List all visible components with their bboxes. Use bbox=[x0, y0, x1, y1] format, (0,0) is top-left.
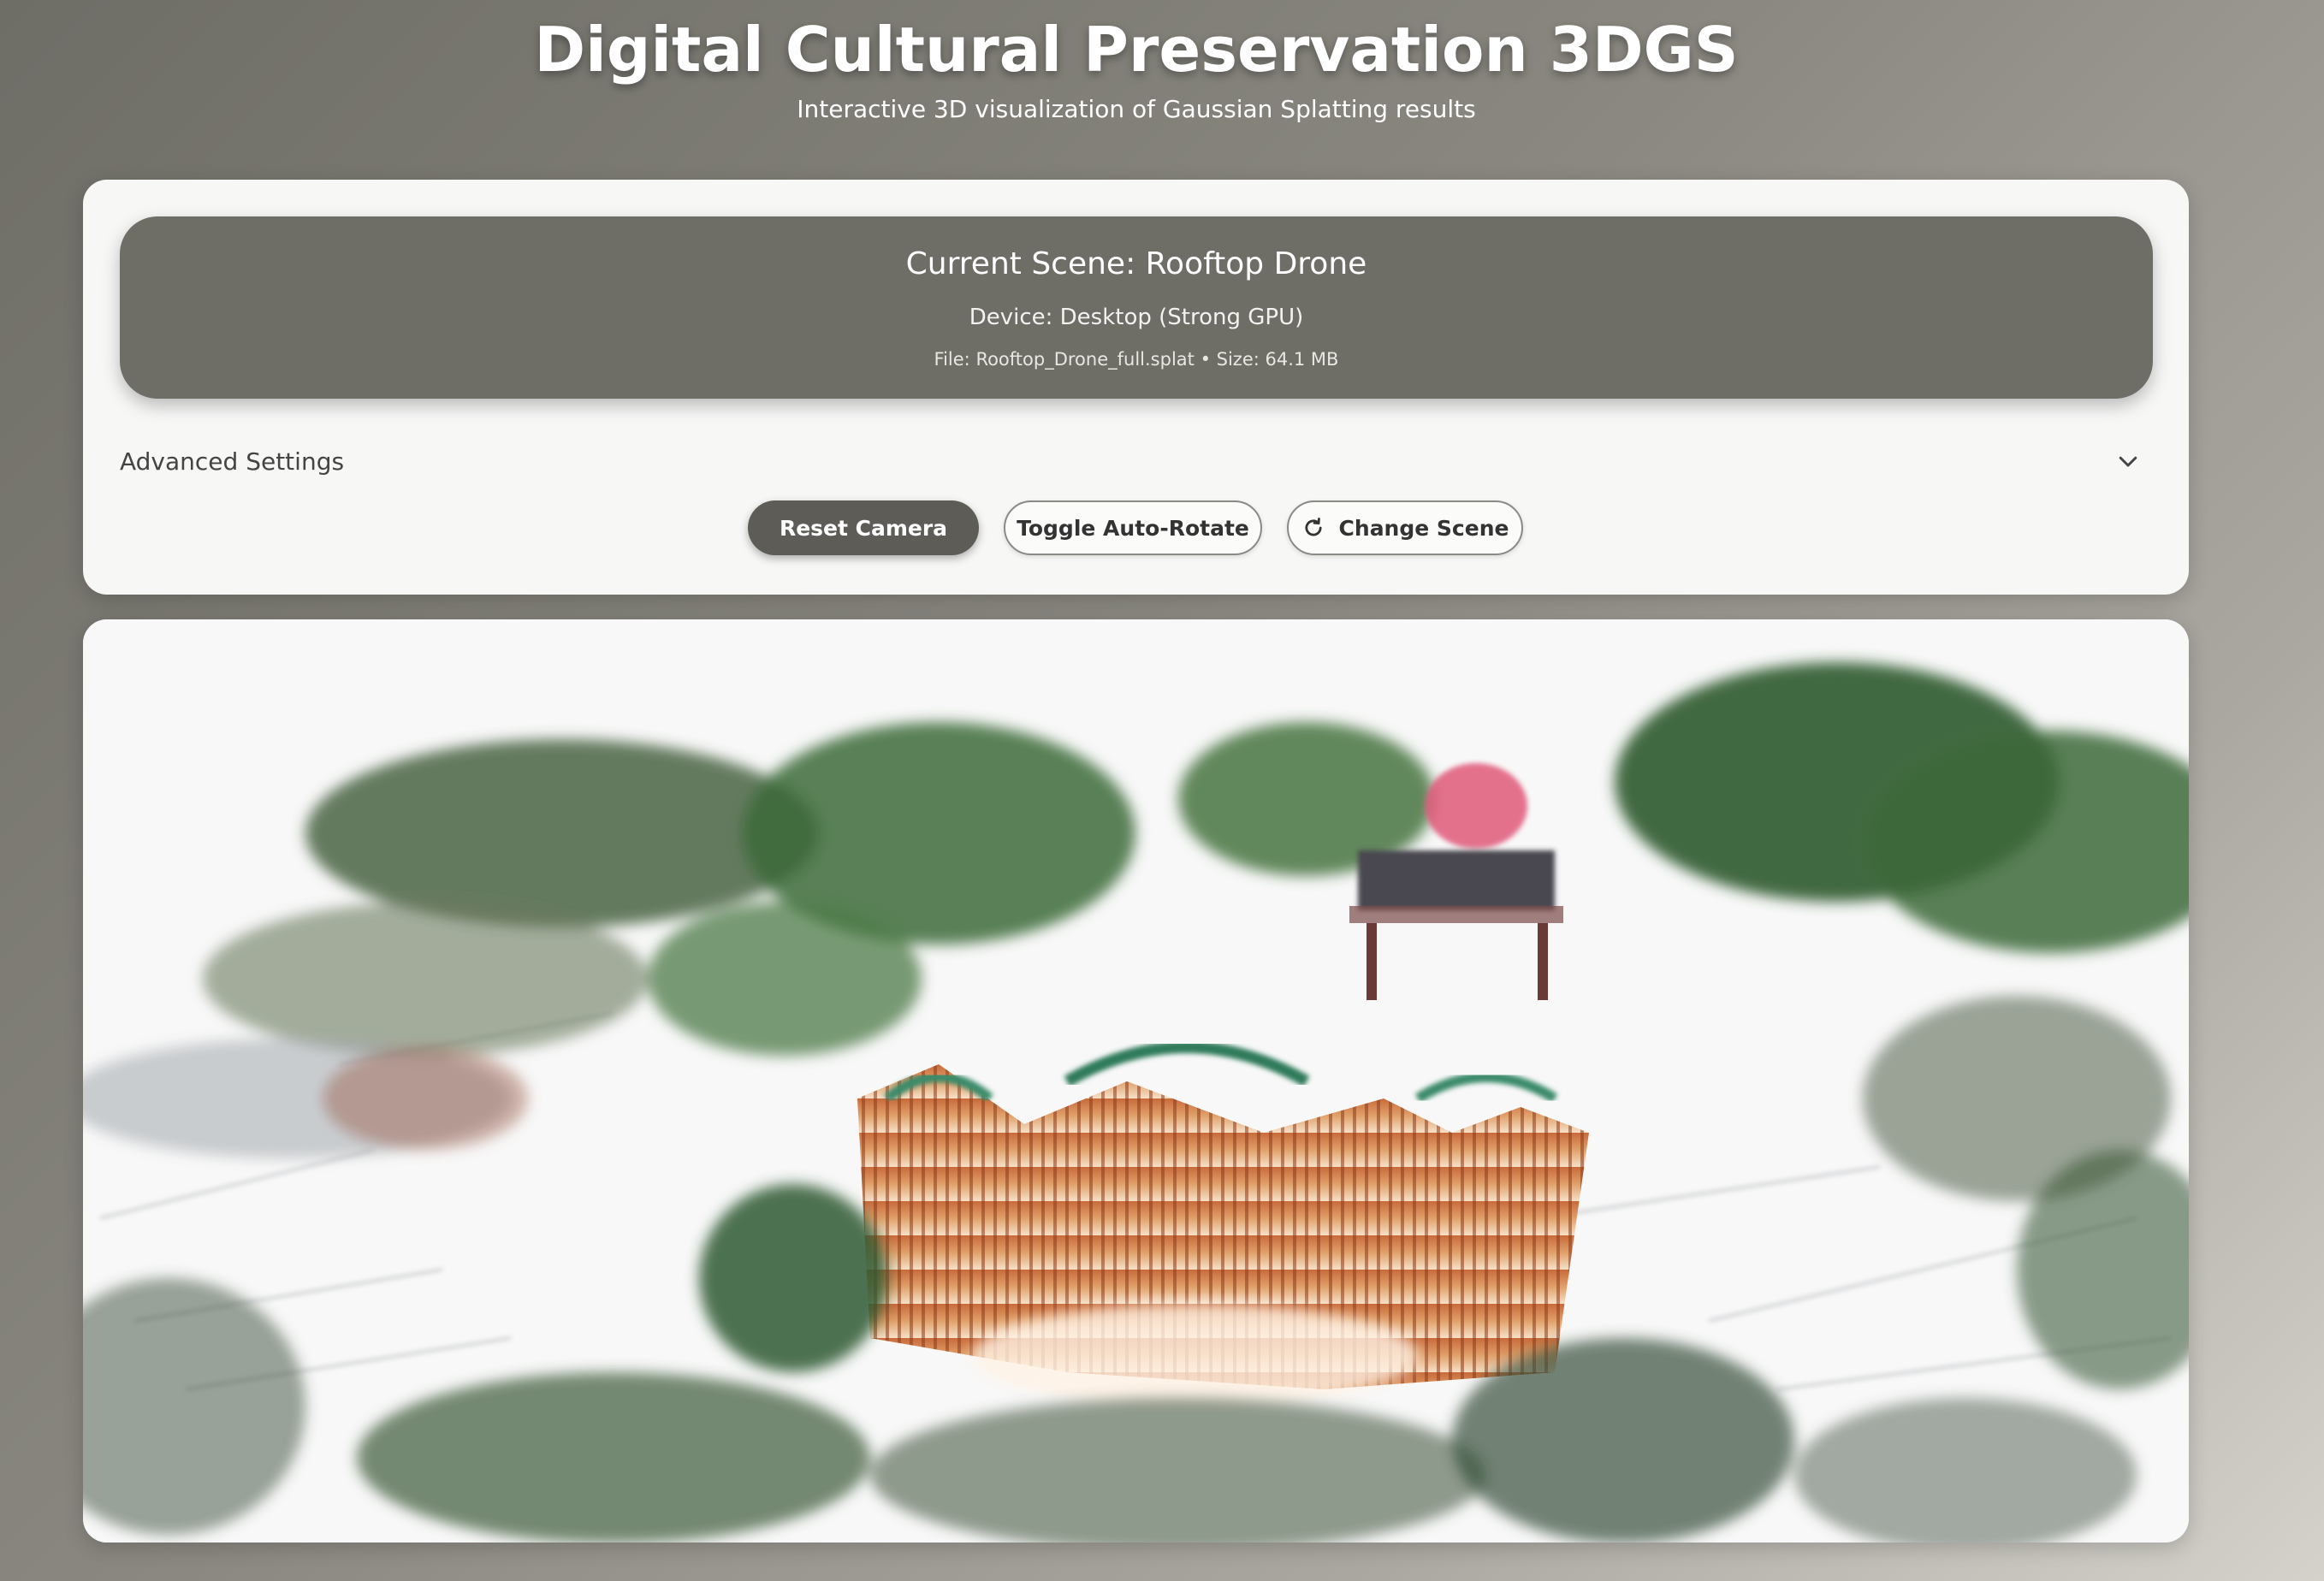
device-label: Device: Desktop (Strong GPU) bbox=[969, 305, 1304, 330]
reset-camera-label: Reset Camera bbox=[779, 515, 948, 541]
splat-viewer-canvas[interactable] bbox=[83, 619, 2189, 1543]
current-scene-label: Current Scene: Rooftop Drone bbox=[905, 246, 1367, 281]
page-subtitle: Interactive 3D visualization of Gaussian… bbox=[797, 95, 1476, 123]
reset-camera-button[interactable]: Reset Camera bbox=[748, 500, 979, 555]
change-scene-label: Change Scene bbox=[1338, 515, 1509, 541]
file-info-label: File: Rooftop_Drone_full.splat • Size: 6… bbox=[934, 349, 1339, 370]
advanced-settings-toggle[interactable]: Advanced Settings bbox=[120, 436, 2153, 488]
control-panel: Current Scene: Rooftop Drone Device: Des… bbox=[83, 180, 2189, 595]
change-scene-button[interactable]: Change Scene bbox=[1287, 500, 1523, 555]
scene-info-card: Current Scene: Rooftop Drone Device: Des… bbox=[120, 216, 2153, 399]
page-title: Digital Cultural Preservation 3DGS bbox=[534, 14, 1739, 86]
toggle-auto-rotate-button[interactable]: Toggle Auto-Rotate bbox=[1004, 500, 1262, 555]
splat-render bbox=[83, 619, 2189, 1543]
toggle-auto-rotate-label: Toggle Auto-Rotate bbox=[1017, 515, 1249, 541]
refresh-icon bbox=[1304, 518, 1322, 536]
advanced-settings-label: Advanced Settings bbox=[120, 447, 345, 476]
chevron-down-icon bbox=[2119, 456, 2137, 467]
camera-controls: Reset Camera Toggle Auto-Rotate Change S… bbox=[83, 500, 2189, 559]
